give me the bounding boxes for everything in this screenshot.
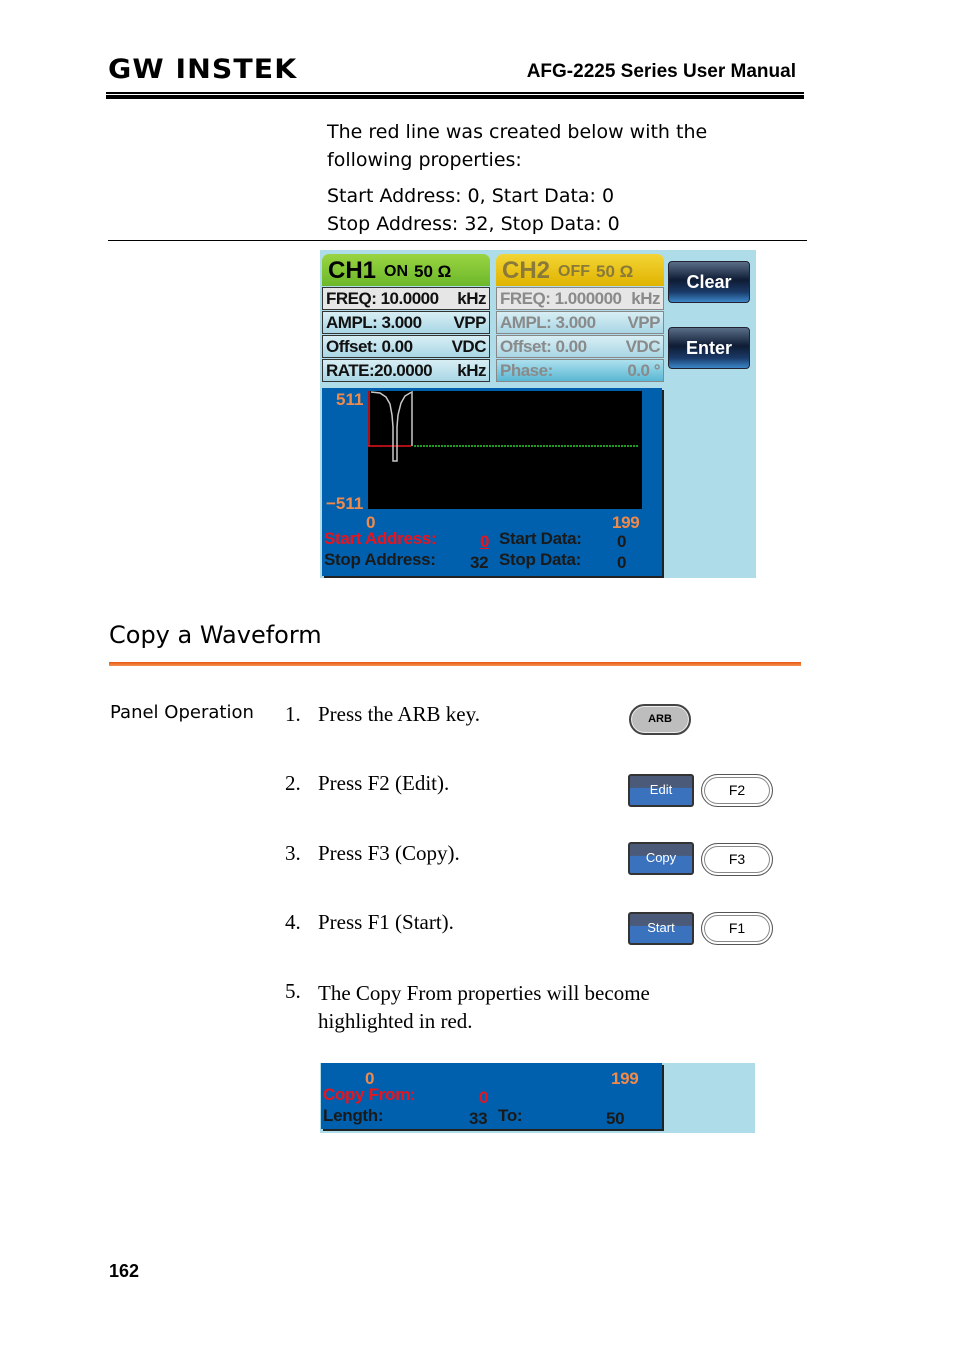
ch2-offset-row: Offset: 0.00 VDC	[496, 335, 664, 358]
enter-button[interactable]: Enter	[668, 327, 750, 369]
ch1-name: CH1	[328, 257, 377, 284]
ch1-freq-row: FREQ: 10.0000 kHz	[322, 287, 490, 310]
step-text: Press F1 (Start).	[318, 910, 454, 934]
ch1-rate-value: RATE:20.0000	[326, 361, 433, 380]
ch2-offset-unit: VDC	[625, 337, 661, 356]
start-data-label: Start Data:	[499, 529, 582, 548]
arb-key[interactable]: ARB	[629, 704, 691, 735]
ch2-ampl-row: AMPL: 3.000 VPP	[496, 311, 664, 334]
ch2-name: CH2	[502, 257, 551, 284]
x-max-label: 199	[612, 513, 640, 532]
ch1-freq-value: FREQ: 10.0000	[326, 289, 439, 308]
start-menu-button[interactable]: Start	[628, 912, 694, 945]
intro-text: The red line was created below with the …	[327, 121, 708, 171]
ch1-ampl-row: AMPL: 3.000 VPP	[322, 311, 490, 334]
f1-key[interactable]: F1	[701, 912, 773, 945]
step-text: Press the ARB key.	[318, 702, 480, 726]
afg-screen-edit: CH1 ON 50 Ω FREQ: 10.0000 kHz AMPL: 3.000…	[320, 250, 756, 578]
length-value: 33	[469, 1109, 488, 1128]
ch2-phase-value: 0.0 °	[627, 361, 660, 380]
stop-address-value: 32	[470, 553, 489, 572]
step-number: 5.	[285, 979, 301, 1003]
step-text: Press F2 (Edit).	[318, 771, 450, 795]
ch2-phase-label: Phase:	[500, 361, 553, 380]
step-number: 3.	[285, 841, 301, 865]
start-data-value: 0	[617, 532, 627, 551]
ch1-impedance: 50 Ω	[414, 262, 452, 281]
step-number: 1.	[285, 702, 301, 726]
waveform-trace	[370, 390, 413, 462]
ch1-ampl-unit: VPP	[453, 313, 486, 332]
section-title-rule	[109, 662, 801, 666]
ch2-ampl-unit: VPP	[627, 313, 660, 332]
stop-data-value: 0	[617, 553, 627, 572]
step-text: Press F3 (Copy).	[318, 841, 460, 865]
ch2-freq-value: FREQ: 1.000000	[500, 289, 622, 308]
waveform-display	[368, 390, 642, 509]
header-rule-thin	[106, 92, 804, 94]
ch2-freq-row: FREQ: 1.000000 kHz	[496, 287, 664, 310]
f2-key[interactable]: F2	[701, 774, 773, 807]
waveform-plot	[368, 390, 638, 462]
ch1-freq-unit: kHz	[457, 289, 486, 308]
ch1-offset-value: Offset: 0.00	[326, 337, 413, 356]
properties-block: Start Address: 0, Start Data: 0 Stop Add…	[327, 182, 620, 238]
stop-data-label: Stop Data:	[499, 550, 582, 569]
ch1-ampl-value: AMPL: 3.000	[326, 313, 422, 332]
ch1-panel: CH1 ON 50 Ω FREQ: 10.0000 kHz AMPL: 3.000…	[322, 254, 490, 386]
section-rule	[108, 240, 807, 241]
x-max-label: 199	[611, 1069, 639, 1088]
ch1-offset-row: Offset: 0.00 VDC	[322, 335, 490, 358]
y-max-label: 511	[336, 390, 364, 409]
step-number: 4.	[285, 910, 301, 934]
ch2-header: CH2 OFF 50 Ω	[496, 254, 664, 286]
f3-key[interactable]: F3	[701, 843, 773, 876]
stop-address-label: Stop Address:	[324, 550, 436, 569]
ch2-freq-unit: kHz	[631, 289, 660, 308]
ch1-state: ON	[384, 263, 409, 280]
y-min-label: −511	[326, 494, 364, 513]
gw-instek-logo: GW INSTEK	[108, 54, 298, 85]
step-text: The Copy From properties will become hig…	[318, 981, 650, 1033]
copy-menu-button[interactable]: Copy	[628, 842, 694, 875]
ch1-rate-row: RATE:20.0000 kHz	[322, 359, 490, 382]
section-title: Copy a Waveform	[109, 621, 322, 649]
properties-line-stop: Stop Address: 32, Stop Data: 0	[327, 213, 620, 235]
ch2-state: OFF	[558, 263, 591, 280]
panel-operation-label: Panel Operation	[110, 702, 254, 723]
properties-line-start: Start Address: 0, Start Data: 0	[327, 185, 615, 207]
step-number: 2.	[285, 771, 301, 795]
ch2-ampl-value: AMPL: 3.000	[500, 313, 596, 332]
ch1-header: CH1 ON 50 Ω	[322, 254, 490, 286]
to-value[interactable]: 50	[606, 1109, 625, 1129]
manual-title: AFG-2225 Series User Manual	[526, 61, 796, 82]
start-address-value[interactable]: 0	[480, 532, 489, 552]
ch2-panel: CH2 OFF 50 Ω FREQ: 1.000000 kHz AMPL: 3.0…	[496, 254, 664, 386]
waveform-panel: 511 −511 0 199 Start Address: 0 Start Da…	[322, 388, 662, 576]
to-label: To:	[498, 1106, 523, 1125]
ch1-offset-unit: VDC	[451, 337, 487, 356]
ch2-offset-value: Offset: 0.00	[500, 337, 587, 356]
ch1-rate-unit: kHz	[457, 361, 486, 380]
copy-from-value[interactable]: 0	[479, 1088, 488, 1108]
header-rule-thick	[106, 95, 804, 99]
length-label: Length:	[323, 1106, 384, 1125]
copy-panel: 0 199 Copy From: 0 Length: 33 To: 50	[321, 1063, 662, 1129]
start-address-label: Start Address:	[324, 529, 437, 548]
copy-from-label: Copy From:	[323, 1085, 416, 1104]
afg-screen-copy: 0 199 Copy From: 0 Length: 33 To: 50	[320, 1063, 755, 1133]
clear-button[interactable]: Clear	[668, 261, 750, 303]
edit-menu-button[interactable]: Edit	[628, 774, 694, 807]
ch2-phase-row: Phase: 0.0 °	[496, 359, 664, 382]
page-number: 162	[109, 1261, 140, 1281]
ch2-impedance: 50 Ω	[596, 262, 634, 281]
